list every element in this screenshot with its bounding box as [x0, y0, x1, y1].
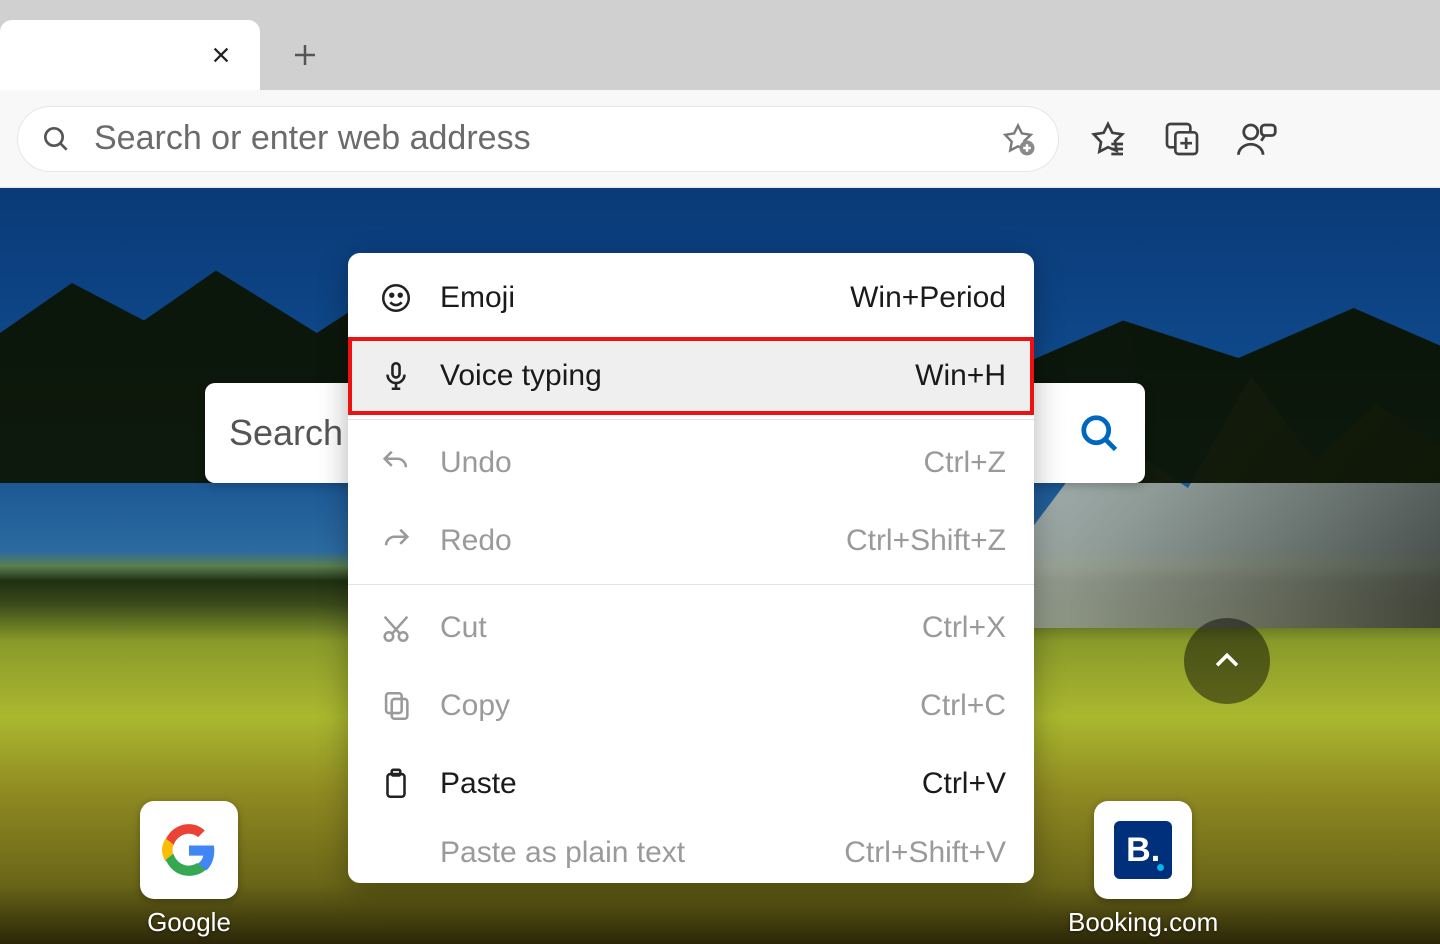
ctx-item-cut[interactable]: Cut Ctrl+X [348, 589, 1034, 667]
favorites-icon[interactable] [1084, 115, 1132, 163]
copy-icon [376, 689, 416, 723]
context-menu: Emoji Win+Period Voice typing Win+H Undo… [348, 253, 1034, 883]
new-tab-page: Google B. Booking.com Emoji Win+Period V… [0, 188, 1440, 944]
quicklink-booking-label: Booking.com [1068, 907, 1218, 938]
ctx-label: Paste [440, 767, 898, 801]
ctx-label: Paste as plain text [440, 836, 820, 870]
search-submit-icon[interactable] [1077, 411, 1121, 455]
ctx-item-paste-plain[interactable]: Paste as plain text Ctrl+Shift+V [348, 823, 1034, 883]
ctx-shortcut: Ctrl+Shift+V [844, 836, 1006, 870]
ctx-item-copy[interactable]: Copy Ctrl+C [348, 667, 1034, 745]
collections-icon[interactable] [1158, 115, 1206, 163]
booking-logo-icon: B. [1114, 821, 1172, 879]
ctx-item-paste[interactable]: Paste Ctrl+V [348, 745, 1034, 823]
emoji-icon [376, 281, 416, 315]
ctx-label: Voice typing [440, 359, 891, 393]
ctx-label: Emoji [440, 281, 826, 315]
ctx-label: Redo [440, 524, 822, 558]
ctx-separator [348, 419, 1034, 420]
ctx-shortcut: Ctrl+V [922, 767, 1006, 801]
undo-icon [376, 446, 416, 480]
quicklink-google-label: Google [147, 907, 231, 938]
ctx-shortcut: Ctrl+Shift+Z [846, 524, 1006, 558]
address-input[interactable] [94, 119, 978, 158]
ctx-label: Copy [440, 689, 896, 723]
google-logo-icon [162, 823, 216, 877]
quicklink-booking-card[interactable]: B. [1094, 801, 1192, 899]
ctx-shortcut: Ctrl+Z [924, 446, 1007, 480]
quicklink-google[interactable]: Google [140, 801, 238, 938]
ctx-shortcut: Win+H [915, 359, 1006, 393]
search-icon [40, 123, 72, 155]
close-tab-icon[interactable] [210, 44, 232, 66]
ctx-item-emoji[interactable]: Emoji Win+Period [348, 259, 1034, 337]
ctx-shortcut: Win+Period [850, 281, 1006, 315]
ctx-item-voice-typing[interactable]: Voice typing Win+H [348, 337, 1034, 415]
ctx-item-redo[interactable]: Redo Ctrl+Shift+Z [348, 502, 1034, 580]
profile-icon[interactable] [1232, 115, 1280, 163]
scroll-up-button[interactable] [1184, 618, 1270, 704]
ctx-label: Undo [440, 446, 900, 480]
ctx-item-undo[interactable]: Undo Ctrl+Z [348, 424, 1034, 502]
new-tab-button[interactable] [280, 30, 330, 80]
browser-tab[interactable] [0, 20, 260, 90]
redo-icon [376, 524, 416, 558]
quicklink-google-card[interactable] [140, 801, 238, 899]
microphone-icon [376, 359, 416, 393]
quicklink-booking[interactable]: B. Booking.com [1068, 801, 1218, 938]
ctx-label: Cut [440, 611, 898, 645]
tab-strip [0, 0, 1440, 90]
ctx-shortcut: Ctrl+C [920, 689, 1006, 723]
paste-icon [376, 767, 416, 801]
address-bar[interactable] [18, 107, 1058, 171]
browser-toolbar [0, 90, 1440, 188]
cut-icon [376, 611, 416, 645]
ctx-shortcut: Ctrl+X [922, 611, 1006, 645]
ctx-separator [348, 584, 1034, 585]
add-favorite-icon[interactable] [1000, 121, 1036, 157]
